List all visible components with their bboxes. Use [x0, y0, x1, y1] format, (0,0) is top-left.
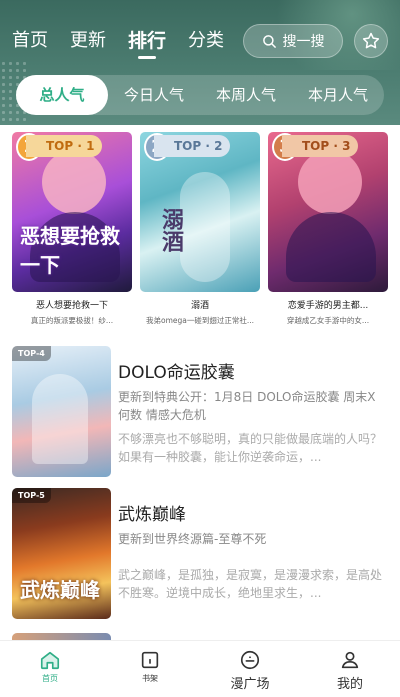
cover-art	[286, 212, 376, 282]
comic-title[interactable]: 恶人想要抢救一下	[12, 298, 132, 311]
nav-comic-square[interactable]: 漫广场	[200, 641, 300, 697]
comic-description: 真正的叛派要极拔！纱...	[30, 316, 114, 325]
tab-today-popularity[interactable]: 今日人气	[108, 75, 200, 115]
update-info: 更新到世界终源篇-至尊不死	[118, 532, 267, 546]
comic-cover[interactable]: 武炼巅峰 TOP-5	[12, 488, 111, 619]
profile-icon	[341, 651, 359, 669]
rank-badge: 1 TOP · 1	[12, 132, 103, 161]
nav-bookshelf[interactable]: 书架	[100, 641, 200, 697]
star-icon	[362, 32, 380, 49]
list-item[interactable]: 武炼巅峰 TOP-5 武炼巅峰 更新到世界终源篇-至尊不死 武之巅峰，是孤独，是…	[0, 488, 400, 630]
comic-cover[interactable]: 1 TOP · 1 恶想要抢救一下	[12, 132, 132, 292]
comic-description: 穿越成乙女手游中的女...	[286, 316, 370, 325]
rank-tag: TOP-5	[12, 488, 51, 503]
rank-badge: 2 TOP · 2	[140, 132, 231, 161]
comic-cover[interactable]: 3 TOP · 3	[268, 132, 388, 292]
cover-art	[32, 374, 88, 464]
header: 首页 更新 排行 分类 搜一搜 总人气 今日人气 本周人气 本月人气	[0, 0, 400, 125]
comic-title[interactable]: 恋爱手游的男主都...	[268, 298, 388, 311]
comic-title[interactable]: 武炼巅峰	[118, 500, 186, 525]
popularity-tabs: 总人气 今日人气 本周人气 本月人气	[16, 75, 384, 115]
tab-total-popularity[interactable]: 总人气	[16, 75, 108, 115]
nav-label: 我的	[336, 677, 363, 692]
comic-title[interactable]: 溺酒	[140, 298, 260, 311]
cover-title-art: 溺酒	[158, 208, 183, 252]
nav-label: 书架	[142, 674, 158, 683]
comic-description: 我弟omega一碰到翅过正常社...	[145, 316, 255, 325]
nav-label: 漫广场	[230, 677, 270, 692]
nav-profile[interactable]: 我的	[300, 641, 400, 697]
top-tabs: 首页 更新 排行 分类	[12, 26, 224, 53]
ranking-card-2[interactable]: 2 TOP · 2 溺酒 溺酒 我弟omega一碰到翅过正常社...	[140, 132, 260, 326]
tab-week-popularity[interactable]: 本周人气	[200, 75, 292, 115]
update-info: 更新到特典公开：1月8日 DOLO命运胶囊 周末X何数 情感大危机	[118, 390, 376, 422]
rank-tag: TOP · 1	[26, 135, 103, 157]
rank-tag: TOP · 2	[154, 135, 231, 157]
bookshelf-icon	[141, 651, 159, 669]
rank-tag: TOP · 3	[282, 135, 359, 157]
tab-home[interactable]: 首页	[12, 26, 48, 53]
cover-art	[180, 172, 230, 282]
rank-tag: TOP-4	[12, 346, 51, 361]
favorite-button[interactable]	[354, 24, 388, 58]
list-item[interactable]: TOP-4 DOLO命运胶囊 更新到特典公开：1月8日 DOLO命运胶囊 周末X…	[0, 346, 400, 488]
bottom-navigation: 首页 书架 漫广场 我的	[0, 640, 400, 697]
search-button[interactable]: 搜一搜	[243, 24, 343, 58]
tab-ranking[interactable]: 排行	[128, 26, 166, 53]
tab-month-popularity[interactable]: 本月人气	[292, 75, 384, 115]
comic-cover[interactable]: TOP-4	[12, 346, 111, 477]
ranking-card-3[interactable]: 3 TOP · 3 恋爱手游的男主都... 穿越成乙女手游中的女...	[268, 132, 388, 326]
comic-title[interactable]: DOLO命运胶囊	[118, 358, 235, 383]
nav-label: 首页	[42, 674, 58, 683]
cover-title-art: 恶想要抢救一下	[20, 224, 120, 277]
ranking-list: TOP-4 DOLO命运胶囊 更新到特典公开：1月8日 DOLO命运胶囊 周末X…	[0, 346, 400, 630]
comic-cover[interactable]: 2 TOP · 2 溺酒	[140, 132, 260, 292]
home-icon	[40, 651, 60, 670]
rank-badge: 3 TOP · 3	[268, 132, 359, 161]
search-icon	[262, 34, 276, 48]
top-three-ranking: 1 TOP · 1 恶想要抢救一下 恶人想要抢救一下 真正的叛派要极拔！纱...…	[12, 132, 388, 326]
search-label: 搜一搜	[282, 34, 325, 50]
tab-update[interactable]: 更新	[70, 26, 106, 53]
tab-category[interactable]: 分类	[188, 26, 224, 53]
square-icon	[240, 650, 260, 670]
cover-title-art: 武炼巅峰	[20, 578, 100, 602]
ranking-card-1[interactable]: 1 TOP · 1 恶想要抢救一下 恶人想要抢救一下 真正的叛派要极拔！纱...	[12, 132, 132, 326]
nav-home[interactable]: 首页	[0, 641, 100, 697]
comic-description: 不够漂亮也不够聪明，真的只能做最底端的人吗？如果有一种胶囊，能让你逆袭命运，..…	[118, 432, 383, 464]
comic-description: 武之巅峰，是孤独，是寂寞，是漫漫求索，是高处不胜寒。逆境中成长，绝地里求生，..…	[118, 568, 383, 600]
